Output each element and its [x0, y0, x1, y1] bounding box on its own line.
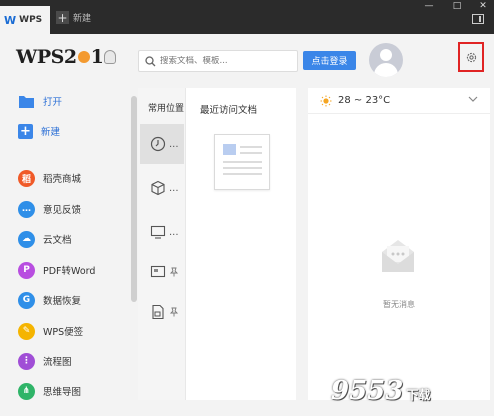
doc-line [223, 173, 262, 175]
sidebar-item-label: 云文档 [43, 235, 72, 246]
sidebar-item-new[interactable]: + 新建 [18, 122, 60, 140]
location-item-label: ... [169, 226, 179, 238]
weather-temperature: 28 ~ 23°C [338, 95, 391, 106]
location-item-cloud[interactable]: ... [140, 168, 184, 208]
plus-icon: + [56, 10, 69, 25]
desktop-icon [150, 265, 166, 278]
sidebar-item-shop[interactable]: 稻 稻壳商城 [18, 169, 81, 187]
watermark-sub: 下载 [406, 388, 431, 402]
pin-icon[interactable] [169, 307, 179, 317]
login-button[interactable]: 点击登录 [303, 51, 356, 70]
maximize-button[interactable]: □ [448, 0, 466, 12]
top-bar: 点击登录 [132, 34, 494, 88]
doc-image-block [223, 144, 236, 155]
avatar-head [380, 49, 392, 61]
sidebar-item-note[interactable]: ✎ WPS便签 [18, 322, 83, 340]
wps-2019-logo: WPS2 1 [16, 46, 117, 68]
pin-icon[interactable] [169, 267, 179, 277]
rocket-icon [104, 50, 117, 64]
locations-title: 常用位置 [148, 104, 185, 114]
empty-messages-label: 暂无消息 [383, 300, 415, 309]
doc-line [240, 152, 262, 154]
sidebar-item-label: 意见反馈 [43, 205, 82, 216]
doc-line [240, 146, 262, 148]
location-item-desktop[interactable] [140, 252, 184, 292]
brand-suffix: 1 [90, 46, 104, 68]
sidebar-item-mindmap[interactable]: ⋔ 思维导图 [18, 382, 81, 400]
documents-panel: 常用位置 ... ... ... 最近访问文档 [138, 88, 296, 400]
location-item-document[interactable] [140, 292, 184, 332]
tab-wps-label: WPS [19, 15, 43, 25]
sidebar-item-label: 打开 [43, 97, 63, 108]
common-locations: 常用位置 ... ... ... [138, 88, 186, 400]
computer-icon [150, 225, 166, 239]
note-icon: ✎ [18, 322, 35, 340]
sidebar-item-label: PDF转Word [43, 266, 96, 277]
empty-document-icon [214, 134, 270, 190]
mindmap-icon: ⋔ [18, 382, 35, 400]
weather-widget[interactable]: 28 ~ 23°C [308, 88, 490, 114]
tab-wps[interactable]: W WPS [0, 6, 50, 34]
avatar[interactable] [369, 43, 403, 77]
info-panel: 28 ~ 23°C 暂无消息 [308, 88, 490, 400]
title-bar: W WPS + 新建 — □ ✕ [0, 0, 494, 34]
sidebar-item-label: 新建 [41, 127, 61, 138]
sidebar-item-pdf[interactable]: P PDF转Word [18, 261, 95, 279]
doc-line [223, 161, 262, 163]
plus-icon: + [18, 123, 33, 139]
gear-icon [466, 52, 476, 62]
planet-icon [77, 51, 90, 63]
close-button[interactable]: ✕ [474, 0, 492, 12]
document-icon [152, 304, 164, 320]
sun-icon [320, 95, 332, 106]
new-tab-button[interactable]: + 新建 [56, 10, 92, 25]
pdf-icon: P [18, 261, 35, 279]
search-icon [145, 55, 156, 66]
location-item-label: ... [169, 182, 179, 194]
doc-line [223, 167, 262, 169]
sidebar-item-label: 流程图 [43, 357, 72, 368]
sidebar-item-recovery[interactable]: G 数据恢复 [18, 291, 81, 309]
brand-text: WPS2 [16, 46, 77, 68]
sidebar: WPS2 1 打开 + 新建 稻 稻壳商城 … 意见反馈 ☁ 云文档 P PDF… [0, 34, 132, 416]
minimize-button[interactable]: — [420, 0, 438, 12]
envelope-icon [382, 240, 414, 272]
sidebar-item-label: WPS便签 [43, 327, 84, 338]
sidebar-item-label: 稻壳商城 [43, 174, 82, 185]
site-watermark: 9553 下载 [331, 376, 430, 406]
flowchart-icon: ⋮ [18, 352, 35, 370]
location-item-computer[interactable]: ... [140, 212, 184, 252]
new-tab-label: 新建 [73, 14, 92, 24]
shop-icon: 稻 [18, 169, 35, 187]
search-input[interactable] [160, 56, 290, 66]
feedback-icon: … [18, 200, 35, 218]
cube-icon [151, 180, 165, 196]
sidebar-scrollbar[interactable] [131, 96, 137, 302]
chevron-down-icon[interactable] [468, 95, 478, 103]
recovery-icon: G [18, 291, 35, 309]
sidebar-item-label: 思维导图 [43, 387, 82, 398]
folder-icon [19, 95, 34, 108]
watermark-text: 9553 [331, 376, 404, 406]
recent-docs-title: 最近访问文档 [200, 105, 258, 116]
avatar-body [374, 63, 398, 77]
clock-icon [150, 136, 166, 152]
sidebar-item-cloud-doc[interactable]: ☁ 云文档 [18, 230, 72, 248]
sidebar-item-label: 数据恢复 [43, 296, 82, 307]
wps-logo-icon: W [4, 13, 17, 27]
search-box[interactable] [138, 50, 298, 72]
sidebar-item-feedback[interactable]: … 意见反馈 [18, 200, 81, 218]
sidebar-item-open[interactable]: 打开 [18, 92, 62, 110]
location-item-label: ... [169, 138, 179, 150]
settings-button[interactable] [458, 42, 484, 72]
location-item-recent[interactable]: ... [140, 124, 184, 164]
sidebar-item-flowchart[interactable]: ⋮ 流程图 [18, 352, 72, 370]
side-panel-icon[interactable] [472, 14, 484, 24]
cloud-doc-icon: ☁ [18, 230, 35, 248]
